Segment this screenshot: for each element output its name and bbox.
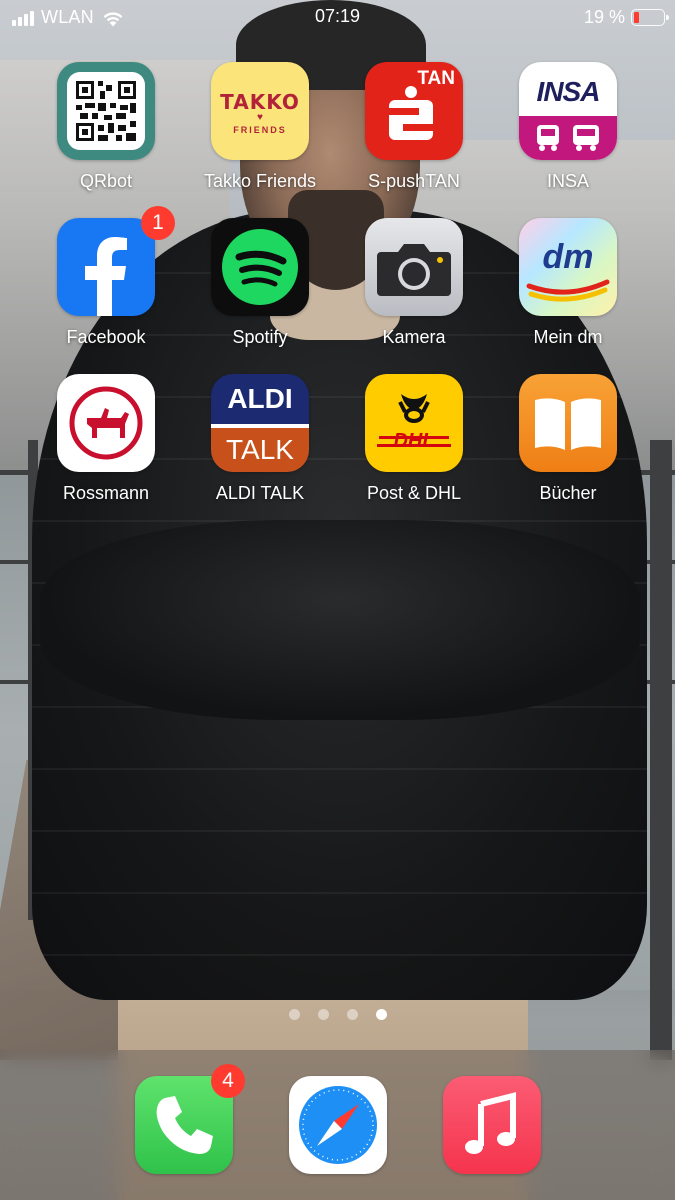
compass-icon	[289, 1076, 387, 1174]
notification-badge: 1	[141, 206, 175, 240]
post-horn-logo	[377, 394, 451, 447]
open-book-glyph	[535, 398, 601, 450]
rossmann-centaur-icon	[57, 374, 155, 472]
app-s-pushtan[interactable]: TAN S-pushTAN	[337, 62, 491, 192]
qr-code-icon	[57, 62, 155, 160]
app-insa[interactable]: INSA INSA	[491, 62, 645, 192]
camera-icon	[365, 218, 463, 316]
post-horn-dhl-icon: DHL	[365, 374, 463, 472]
dock: 4	[0, 1050, 675, 1200]
app-takko-friends[interactable]: TAKKO ♥ FRIENDS Takko Friends	[183, 62, 337, 192]
battery-icon	[631, 9, 669, 26]
app-buecher[interactable]: Bücher	[491, 374, 645, 504]
facebook-icon	[57, 218, 155, 316]
notification-badge: 4	[211, 1064, 245, 1098]
battery-level-fill	[634, 12, 639, 23]
page-dot-active[interactable]	[375, 1009, 387, 1020]
takko-logo-icon: TAKKO ♥ FRIENDS	[211, 62, 309, 160]
clock-time: 07:19	[314, 6, 361, 26]
app-label: INSA	[546, 171, 589, 191]
aldi-talk-icon: ALDI TALK	[211, 374, 309, 472]
talk-wordmark: TALK	[211, 428, 309, 472]
safari-compass-glyph	[299, 1086, 377, 1164]
wallpaper-crossed-arms	[40, 520, 640, 720]
dm-wordmark: dm	[542, 238, 594, 276]
sparkasse-s-logo	[389, 86, 433, 140]
dock-apps: 4	[135, 1064, 541, 1174]
app-label: QRbot	[79, 171, 133, 191]
tram-bus-icon	[537, 125, 599, 151]
insa-wordmark: INSA	[536, 76, 601, 107]
app-rossmann[interactable]: Rossmann	[29, 374, 183, 504]
spotify-icon	[211, 218, 309, 316]
app-label: S-pushTAN	[368, 171, 460, 191]
status-bar: WLAN 07:19 19 %	[0, 0, 675, 34]
app-facebook[interactable]: 1 Facebook	[29, 206, 183, 348]
dm-swoosh	[526, 279, 610, 302]
wallpaper-railing	[650, 440, 672, 1060]
dock-app-phone[interactable]: 4	[135, 1064, 245, 1174]
facebook-f-glyph	[85, 237, 127, 316]
takko-wordmark: TAKKO	[220, 90, 300, 114]
dm-logo-icon: dm	[519, 218, 617, 316]
battery-nub	[666, 15, 669, 20]
app-label: ALDI TALK	[215, 483, 305, 503]
dock-app-music[interactable]	[443, 1076, 541, 1174]
app-label: Spotify	[232, 327, 288, 347]
app-label: Takko Friends	[203, 171, 317, 191]
dhl-wordmark: DHL	[393, 430, 435, 452]
heart-icon: ♥	[257, 112, 263, 123]
app-spotify[interactable]: Spotify	[183, 218, 337, 348]
page-dot[interactable]	[317, 1009, 329, 1020]
home-screen-app-grid: QRbot TAKKO ♥ FRIENDS Takko Friends TAN …	[29, 62, 646, 504]
page-indicator[interactable]	[0, 1009, 675, 1020]
takko-friends-subtext: FRIENDS	[233, 125, 287, 135]
aldi-wordmark: ALDI	[227, 383, 293, 414]
book-icon	[519, 374, 617, 472]
music-note-glyph	[465, 1092, 516, 1154]
app-aldi-talk[interactable]: ALDI TALK ALDI TALK	[183, 374, 337, 504]
insa-bus-icon: INSA	[519, 62, 617, 160]
app-label: Kamera	[382, 327, 446, 347]
camera-glyph	[377, 244, 451, 296]
page-dot[interactable]	[288, 1009, 300, 1020]
music-note-icon	[443, 1076, 541, 1174]
app-mein-dm[interactable]: dm Mein dm	[491, 218, 645, 348]
app-label: Rossmann	[62, 483, 150, 503]
app-label: Mein dm	[533, 327, 603, 347]
app-kamera[interactable]: Kamera	[337, 218, 491, 348]
app-label: Bücher	[539, 483, 597, 503]
app-label: Facebook	[66, 327, 146, 347]
rossmann-logo	[69, 386, 143, 460]
page-dot[interactable]	[346, 1009, 358, 1020]
qr-pattern	[76, 81, 136, 141]
app-label: Post & DHL	[366, 483, 462, 503]
dock-app-safari[interactable]	[289, 1076, 387, 1174]
app-qrbot[interactable]: QRbot	[29, 62, 183, 192]
sparkasse-tan-icon: TAN	[365, 62, 463, 160]
battery-percentage: 19 %	[583, 7, 625, 27]
spotify-logo	[222, 229, 298, 305]
status-bar-right: 19 %	[583, 7, 669, 28]
app-post-dhl[interactable]: DHL Post & DHL	[337, 374, 491, 504]
